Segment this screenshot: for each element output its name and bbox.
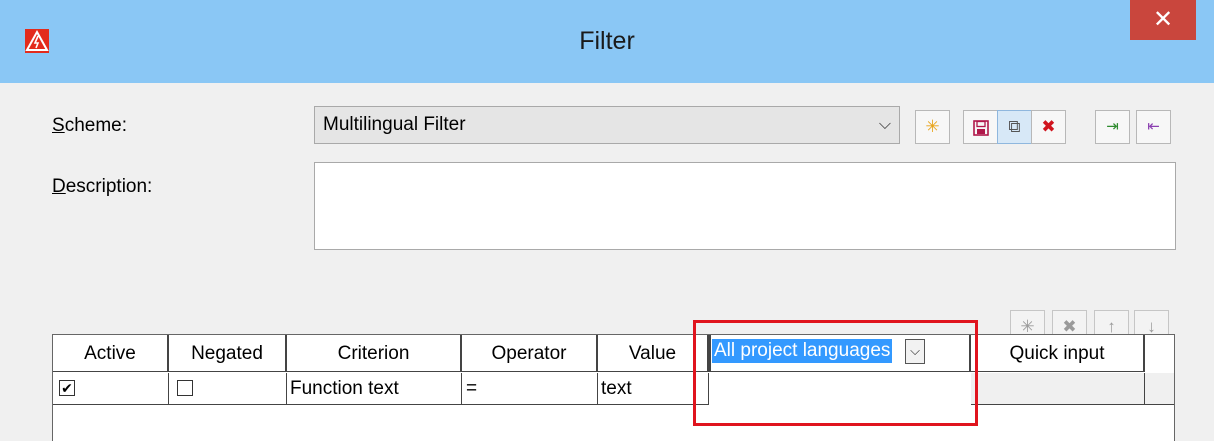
window-title: Filter	[579, 27, 635, 55]
chevron-down-icon: ⌵	[878, 116, 891, 133]
close-icon: ✕	[1152, 6, 1174, 33]
column-header-value[interactable]: Value	[598, 335, 709, 372]
cell-operator[interactable]: =	[462, 373, 598, 405]
column-header-criterion[interactable]: Criterion	[287, 335, 462, 372]
copy-scheme-button[interactable]: ⧉	[997, 110, 1032, 144]
delete-scheme-button[interactable]: ✖	[1031, 110, 1066, 144]
description-field[interactable]	[314, 162, 1176, 250]
cell-criterion[interactable]: Function text	[287, 373, 462, 405]
red-x-icon: ✖	[1041, 117, 1056, 136]
import-scheme-button[interactable]: ⇥	[1095, 110, 1130, 144]
scheme-label: Scheme:	[52, 115, 127, 136]
copy-icon: ⧉	[1008, 117, 1021, 136]
language-dropdown[interactable]: All project languages ⌵	[712, 339, 925, 364]
column-header-active[interactable]: Active	[53, 335, 169, 372]
column-header-negated[interactable]: Negated	[169, 335, 287, 372]
close-button[interactable]: ✕	[1130, 0, 1196, 40]
new-scheme-button[interactable]: ✳	[915, 110, 950, 144]
column-header-operator[interactable]: Operator	[462, 335, 598, 372]
cell-active: ✔	[53, 373, 169, 405]
import-icon: ⇥	[1106, 118, 1119, 135]
title-bar: Filter ✕	[0, 0, 1214, 83]
language-selected-text: All project languages	[712, 339, 893, 363]
export-scheme-button[interactable]: ⇤	[1136, 110, 1171, 144]
grid-filler	[1145, 373, 1174, 405]
cell-value[interactable]: text	[598, 373, 709, 405]
active-checkbox[interactable]: ✔	[59, 380, 75, 396]
filter-grid: Active Negated Criterion Operator Value …	[52, 334, 1175, 441]
cell-negated	[169, 373, 287, 405]
cell-quick-input[interactable]	[971, 373, 1145, 405]
column-header-quick-input[interactable]: Quick input	[971, 335, 1145, 372]
floppy-disk-icon	[972, 117, 989, 136]
sun-icon: ✳	[925, 117, 940, 136]
export-icon: ⇤	[1147, 118, 1160, 135]
chevron-down-icon[interactable]: ⌵	[905, 339, 925, 364]
save-scheme-button[interactable]	[963, 110, 998, 144]
description-label: Description:	[52, 176, 153, 197]
scheme-select[interactable]: Multilingual Filter ⌵	[314, 106, 900, 144]
scheme-select-value: Multilingual Filter	[323, 114, 466, 135]
negated-checkbox[interactable]	[177, 380, 193, 396]
